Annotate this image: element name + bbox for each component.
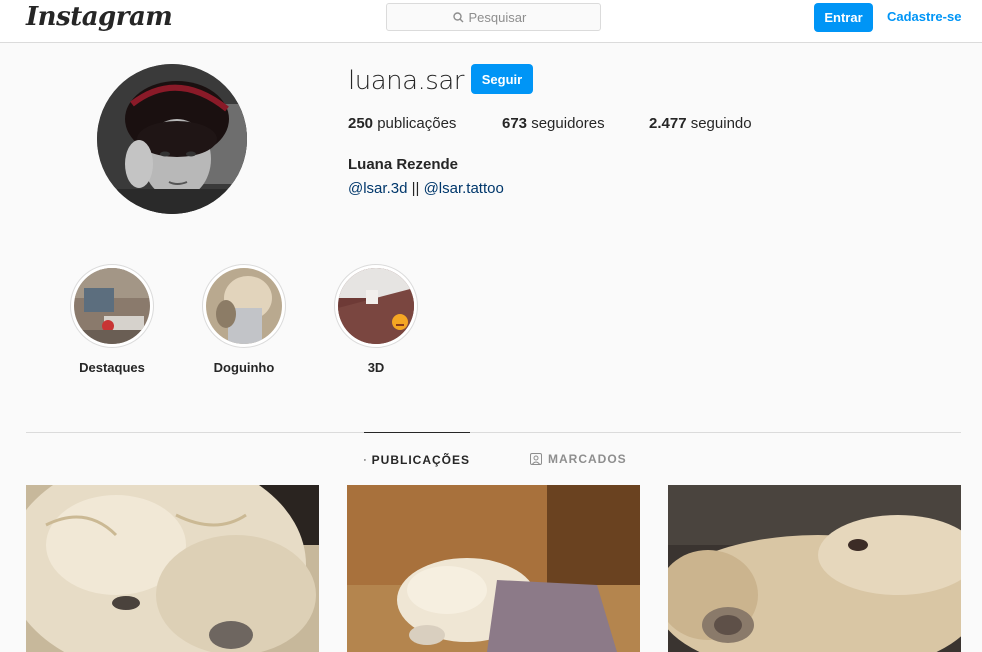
- following-count-label: seguindo: [690, 115, 752, 132]
- bio-separator: ||: [411, 180, 420, 197]
- followers-count-value: 673: [502, 115, 528, 132]
- posts-count-label: publicações: [377, 115, 457, 132]
- post-thumbnail[interactable]: [26, 485, 319, 652]
- posts-count-value: 250: [348, 115, 374, 132]
- top-nav: Instagram Entrar Cadastre-se: [0, 0, 982, 43]
- highlight-ring: [334, 264, 418, 348]
- follow-button[interactable]: Seguir: [471, 64, 533, 94]
- avatar-photo: [97, 64, 247, 214]
- post-thumbnail[interactable]: [347, 485, 640, 652]
- post-thumbnail[interactable]: [668, 485, 961, 652]
- highlight-destaques[interactable]: Destaques: [70, 264, 154, 375]
- profile-full-name: Luana Rezende: [348, 156, 459, 173]
- tab-marcados[interactable]: MARCADOS: [530, 432, 627, 486]
- login-button[interactable]: Entrar: [814, 3, 873, 32]
- tagged-icon: [530, 453, 542, 465]
- highlight-cover: [338, 268, 414, 344]
- grid-icon: [364, 459, 366, 461]
- following-count-value: 2.477: [649, 115, 687, 132]
- tab-label: MARCADOS: [548, 452, 627, 466]
- highlight-label: 3D: [367, 360, 385, 375]
- bio-link-tattoo[interactable]: @lsar.tattoo: [424, 180, 504, 197]
- profile-avatar[interactable]: [97, 64, 247, 214]
- search-input[interactable]: [468, 9, 535, 25]
- highlight-ring: [70, 264, 154, 348]
- highlight-label: Doguinho: [213, 360, 275, 375]
- profile-username: luana.sar: [348, 66, 464, 96]
- instagram-logo[interactable]: Instagram: [26, 2, 173, 32]
- profile-bio: @lsar.3d || @lsar.tattoo: [348, 180, 504, 197]
- signup-link[interactable]: Cadastre-se: [887, 9, 961, 24]
- search-icon: [452, 11, 463, 22]
- highlight-ring: [202, 264, 286, 348]
- search-box[interactable]: [386, 3, 601, 31]
- followers-count[interactable]: 673 seguidores: [502, 115, 605, 132]
- tab-publicacoes[interactable]: PUBLICAÇÕES: [364, 432, 470, 487]
- bio-link-3d[interactable]: @lsar.3d: [348, 180, 407, 197]
- highlight-cover: [206, 268, 282, 344]
- tab-label: PUBLICAÇÕES: [371, 453, 470, 467]
- following-count[interactable]: 2.477 seguindo: [649, 115, 752, 132]
- tabs-divider: [26, 432, 961, 433]
- highlight-3d[interactable]: 3D: [334, 264, 418, 375]
- posts-count: 250 publicações: [348, 115, 456, 132]
- followers-count-label: seguidores: [531, 115, 605, 132]
- highlight-label: Destaques: [79, 360, 145, 375]
- highlight-doguinho[interactable]: Doguinho: [202, 264, 286, 375]
- highlight-cover: [74, 268, 150, 344]
